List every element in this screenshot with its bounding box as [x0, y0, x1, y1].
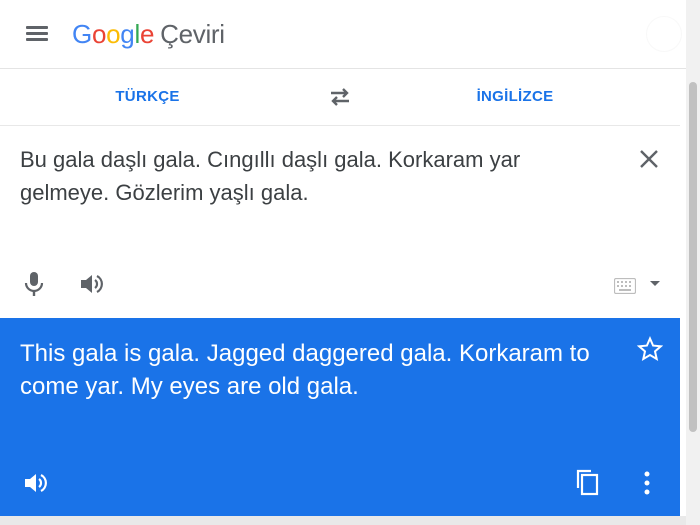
language-bar: TÜRKÇE İNGİLİZCE [0, 69, 680, 126]
logo-letter: o [91, 19, 107, 49]
target-language-button[interactable]: İNGİLİZCE [445, 69, 585, 125]
star-icon[interactable] [637, 336, 663, 362]
logo-letter: g [120, 19, 135, 49]
keyboard-icon[interactable] [614, 278, 636, 294]
account-placeholder [646, 16, 682, 52]
google-wordmark: Google [72, 19, 154, 49]
logo-letter: G [72, 19, 92, 49]
source-language-button[interactable]: TÜRKÇE [80, 69, 215, 125]
scrollbar-thumb[interactable] [689, 82, 697, 432]
logo-letter: o [106, 19, 121, 49]
close-icon[interactable] [638, 148, 660, 170]
app-header: Google Çeviri [0, 0, 700, 69]
swap-languages-icon[interactable] [327, 85, 353, 109]
speaker-icon[interactable] [78, 271, 104, 297]
source-text-input[interactable]: Bu gala daşlı gala. Cıngıllı daşlı gala.… [20, 143, 615, 209]
bottom-strip [0, 516, 686, 525]
google-translate-logo: Google Çeviri [72, 17, 225, 51]
logo-letter: e [139, 19, 155, 49]
more-vertical-icon[interactable] [640, 470, 654, 496]
microphone-icon[interactable] [22, 270, 46, 298]
chevron-down-icon[interactable] [649, 280, 661, 288]
menu-icon[interactable] [26, 24, 50, 44]
speaker-icon[interactable] [22, 470, 48, 496]
product-name: Çeviri [160, 19, 225, 49]
translation-result-panel: This gala is gala. Jagged daggered gala.… [0, 318, 680, 516]
copy-icon[interactable] [574, 468, 600, 496]
translated-text: This gala is gala. Jagged daggered gala.… [20, 340, 590, 400]
source-panel: Bu gala daşlı gala. Cıngıllı daşlı gala.… [0, 126, 680, 318]
scrollbar[interactable] [686, 0, 700, 525]
